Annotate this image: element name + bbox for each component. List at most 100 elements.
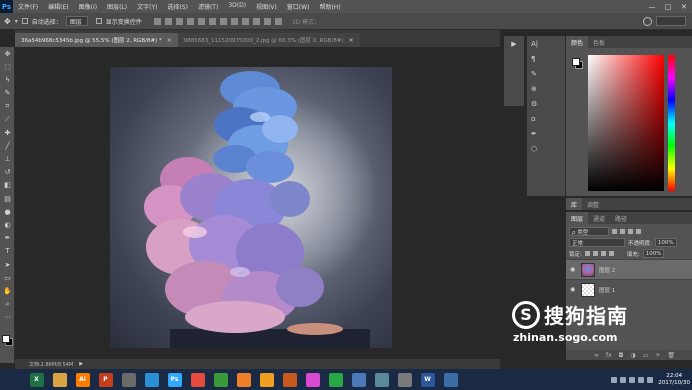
menu-item[interactable]: 选择(S)	[162, 2, 193, 11]
menu-item[interactable]: 视图(V)	[251, 2, 282, 11]
paragraph-panel-icon[interactable]: ¶	[527, 51, 565, 66]
distribute-hcenter-icon[interactable]	[263, 17, 271, 25]
type-tool-icon[interactable]: T	[0, 245, 15, 258]
foreground-color-swatch[interactable]	[572, 58, 580, 66]
tool-presets-icon[interactable]: ⚙	[527, 96, 565, 111]
crop-tool-icon[interactable]: ⌗	[0, 100, 15, 113]
close-icon[interactable]: ×	[167, 37, 172, 44]
eyedropper-tool-icon[interactable]: ⟋	[0, 113, 15, 126]
lock-all-icon[interactable]	[608, 251, 614, 256]
taskbar-app-button[interactable]	[118, 370, 139, 389]
menu-item[interactable]: 窗口(W)	[282, 2, 315, 11]
fill-input[interactable]: 100%	[642, 249, 665, 258]
distribute-top-icon[interactable]	[219, 17, 227, 25]
layer-mask-icon[interactable]: ◘	[619, 352, 624, 359]
opacity-input[interactable]: 100%	[654, 238, 677, 247]
new-layer-icon[interactable]: +	[655, 352, 660, 359]
menu-item[interactable]: 图像(I)	[74, 2, 102, 11]
taskbar-app-button[interactable]	[371, 370, 392, 389]
network-icon[interactable]	[629, 376, 636, 383]
lock-image-icon[interactable]	[592, 251, 598, 256]
volume-icon[interactable]	[638, 376, 645, 383]
clock[interactable]: 22:04 2017/10/30	[658, 373, 690, 387]
taskbar-app-button[interactable]: X	[26, 370, 47, 389]
blur-tool-icon[interactable]: ●	[0, 205, 15, 218]
menu-item[interactable]: 图层(L)	[102, 2, 132, 11]
brush-panel-icon[interactable]: ✎	[527, 66, 565, 81]
taskbar-app-button[interactable]	[210, 370, 231, 389]
taskbar-app-button[interactable]: P	[95, 370, 116, 389]
marquee-tool-icon[interactable]: ⬚	[0, 60, 15, 73]
hue-slider[interactable]	[668, 55, 675, 191]
taskbar-app-button[interactable]: Ps	[164, 370, 185, 389]
menu-item[interactable]: 文字(Y)	[132, 2, 162, 11]
taskbar-app-button[interactable]	[141, 370, 162, 389]
distribute-vcenter-icon[interactable]	[230, 17, 238, 25]
brush-tool-icon[interactable]: ╱	[0, 139, 15, 152]
link-layers-icon[interactable]: ∞	[594, 352, 599, 359]
taskbar-app-button[interactable]	[233, 370, 254, 389]
taskbar-app-button[interactable]	[394, 370, 415, 389]
tab-color[interactable]: 颜色	[566, 36, 589, 48]
pen-tool-icon[interactable]: ✒	[0, 232, 15, 245]
taskbar-app-button[interactable]	[348, 370, 369, 389]
layer-style-icon[interactable]: fx	[606, 352, 612, 359]
show-transform-checkbox[interactable]	[95, 18, 102, 24]
distribute-right-icon[interactable]	[274, 17, 282, 25]
menu-item[interactable]: 3D(D)	[223, 2, 251, 11]
layer-row[interactable]: ◉ 图层 1	[566, 279, 692, 299]
taskbar-app-button[interactable]: Ai	[72, 370, 93, 389]
distribute-left-icon[interactable]	[252, 17, 260, 25]
clone-stamp-tool-icon[interactable]: ⊥	[0, 153, 15, 166]
tab-swatches[interactable]: 色板	[588, 36, 610, 48]
align-top-icon[interactable]	[153, 17, 161, 25]
filter-adjust-icon[interactable]	[620, 229, 625, 234]
distribute-bottom-icon[interactable]	[241, 17, 249, 25]
filter-shape-icon[interactable]	[636, 229, 641, 234]
lock-transparent-icon[interactable]	[584, 251, 590, 256]
taskbar-app-button[interactable]	[302, 370, 323, 389]
align-right-icon[interactable]	[208, 17, 216, 25]
taskbar-app-button[interactable]	[279, 370, 300, 389]
minimize-button[interactable]: —	[644, 0, 660, 13]
more-tools-icon[interactable]: ⋯	[0, 311, 15, 324]
tab-libraries[interactable]: 库	[566, 198, 583, 210]
maximize-button[interactable]: □	[660, 0, 676, 13]
eraser-tool-icon[interactable]: ◧	[0, 179, 15, 192]
document-tab-inactive[interactable]: 9885683_111520975000_2.jpg @ 60.3% (图层 0…	[177, 33, 360, 47]
play-icon[interactable]: ▶	[504, 36, 524, 51]
search-icon[interactable]	[643, 16, 652, 26]
new-group-icon[interactable]: ▭	[643, 352, 649, 359]
align-bottom-icon[interactable]	[175, 17, 183, 25]
document-tab-active[interactable]: 36a54b968c5345b.jpg @ 55.5% (图层 2, RGB/8…	[15, 33, 178, 47]
auto-select-dropdown[interactable]: 图层	[65, 16, 88, 26]
foreground-color-swatch[interactable]	[2, 335, 10, 343]
delete-layer-icon[interactable]: 🗑	[667, 352, 675, 359]
taskbar-app-button[interactable]: W	[417, 370, 438, 389]
ink-smoke-artwork[interactable]	[110, 67, 392, 348]
status-menu-arrow-icon[interactable]: ▶	[79, 361, 83, 367]
tray-icon[interactable]	[611, 376, 618, 383]
menu-item[interactable]: 编辑(E)	[43, 2, 73, 11]
taskbar-app-button[interactable]	[440, 370, 461, 389]
path-select-tool-icon[interactable]: ➤	[0, 258, 15, 271]
move-tool-icon[interactable]: ✥	[4, 17, 11, 26]
taskbar-app-button[interactable]	[187, 370, 208, 389]
layer-name[interactable]: 图层 2	[599, 266, 615, 274]
history-brush-tool-icon[interactable]: ↺	[0, 166, 15, 179]
tab-layers[interactable]: 图层	[566, 212, 589, 224]
adjustment-layer-icon[interactable]: ◑	[630, 352, 635, 359]
zoom-tool-icon[interactable]: ⌕	[0, 298, 15, 311]
quick-select-tool-icon[interactable]: ✎	[0, 87, 15, 100]
visibility-eye-icon[interactable]: ◉	[570, 286, 577, 293]
shape-tool-icon[interactable]: ▭	[0, 271, 15, 284]
dodge-tool-icon[interactable]: ◐	[0, 218, 15, 231]
tab-paths[interactable]: 路径	[610, 212, 632, 224]
tray-icon[interactable]	[620, 376, 627, 383]
menu-item[interactable]: 文件(F)	[13, 2, 43, 11]
menu-item[interactable]: 滤镜(T)	[193, 2, 223, 11]
lock-position-icon[interactable]	[600, 251, 606, 256]
character-panel-icon[interactable]: A|	[527, 36, 565, 51]
layer-kind-filter[interactable]: ρ 类型	[569, 227, 609, 236]
tab-adjustments[interactable]: 调整	[582, 198, 604, 210]
